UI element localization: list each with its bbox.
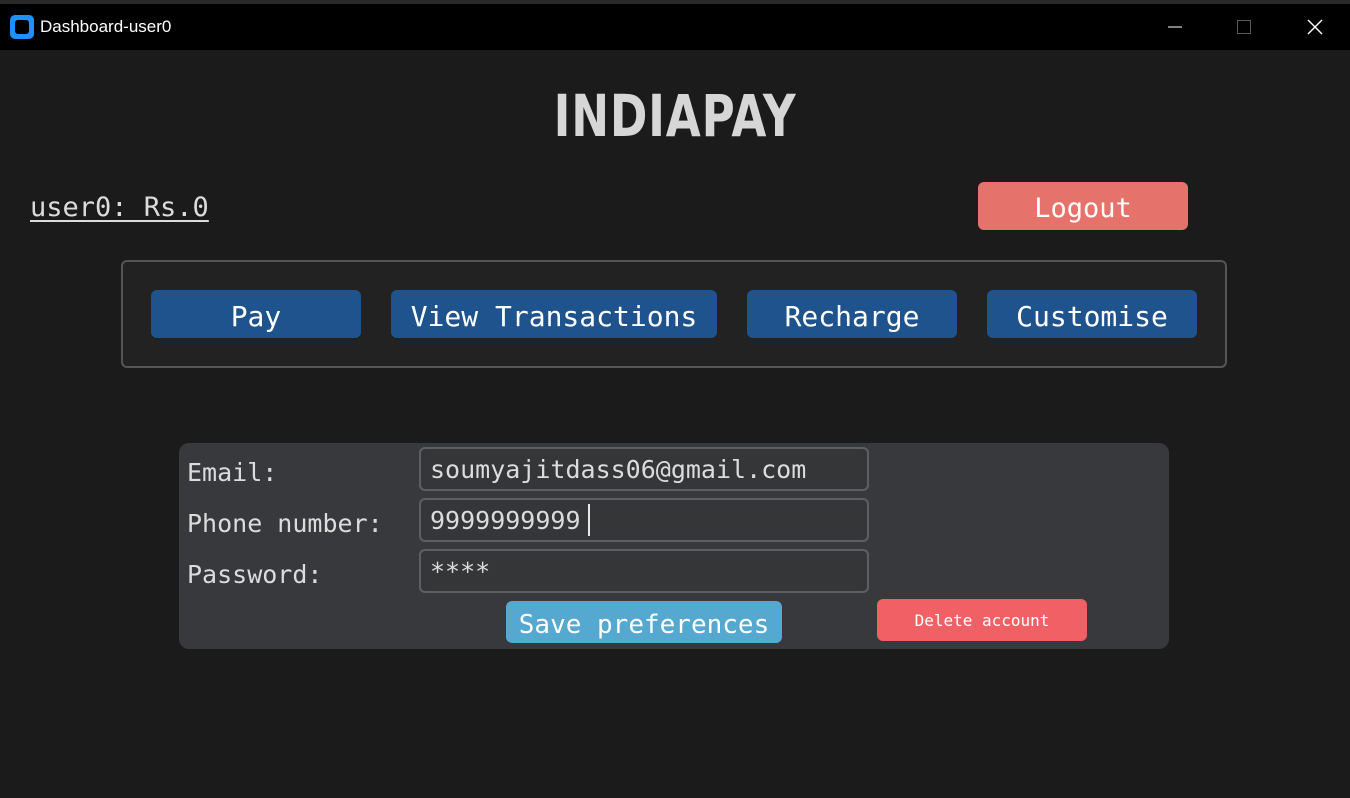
maximize-button[interactable]: [1209, 4, 1279, 50]
maximize-icon: [1237, 20, 1251, 34]
email-label: Email:: [187, 458, 278, 487]
logout-button[interactable]: Logout: [978, 182, 1188, 230]
delete-account-button[interactable]: Delete account: [877, 599, 1087, 641]
app-logo: INDIAPAY: [553, 82, 797, 150]
recharge-button[interactable]: Recharge: [747, 290, 957, 338]
save-preferences-button[interactable]: Save preferences: [506, 601, 782, 643]
phone-label: Phone number:: [187, 509, 383, 538]
email-field[interactable]: [419, 447, 869, 491]
password-label: Password:: [187, 560, 323, 589]
window-title: Dashboard-user0: [40, 17, 172, 36]
close-button[interactable]: [1280, 4, 1350, 50]
phone-field[interactable]: [419, 498, 869, 542]
pay-button[interactable]: Pay: [151, 290, 361, 338]
minimize-button[interactable]: [1140, 4, 1210, 50]
close-icon: [1307, 19, 1323, 35]
balance-label: user0: Rs.0: [30, 192, 209, 223]
window-titlebar: Dashboard-user0: [0, 0, 1350, 50]
minimize-icon: [1168, 26, 1182, 28]
view-transactions-button[interactable]: View Transactions: [391, 290, 717, 338]
app-icon: [10, 15, 34, 39]
customise-button[interactable]: Customise: [987, 290, 1197, 338]
password-field[interactable]: [419, 549, 869, 593]
text-caret: [588, 504, 590, 536]
